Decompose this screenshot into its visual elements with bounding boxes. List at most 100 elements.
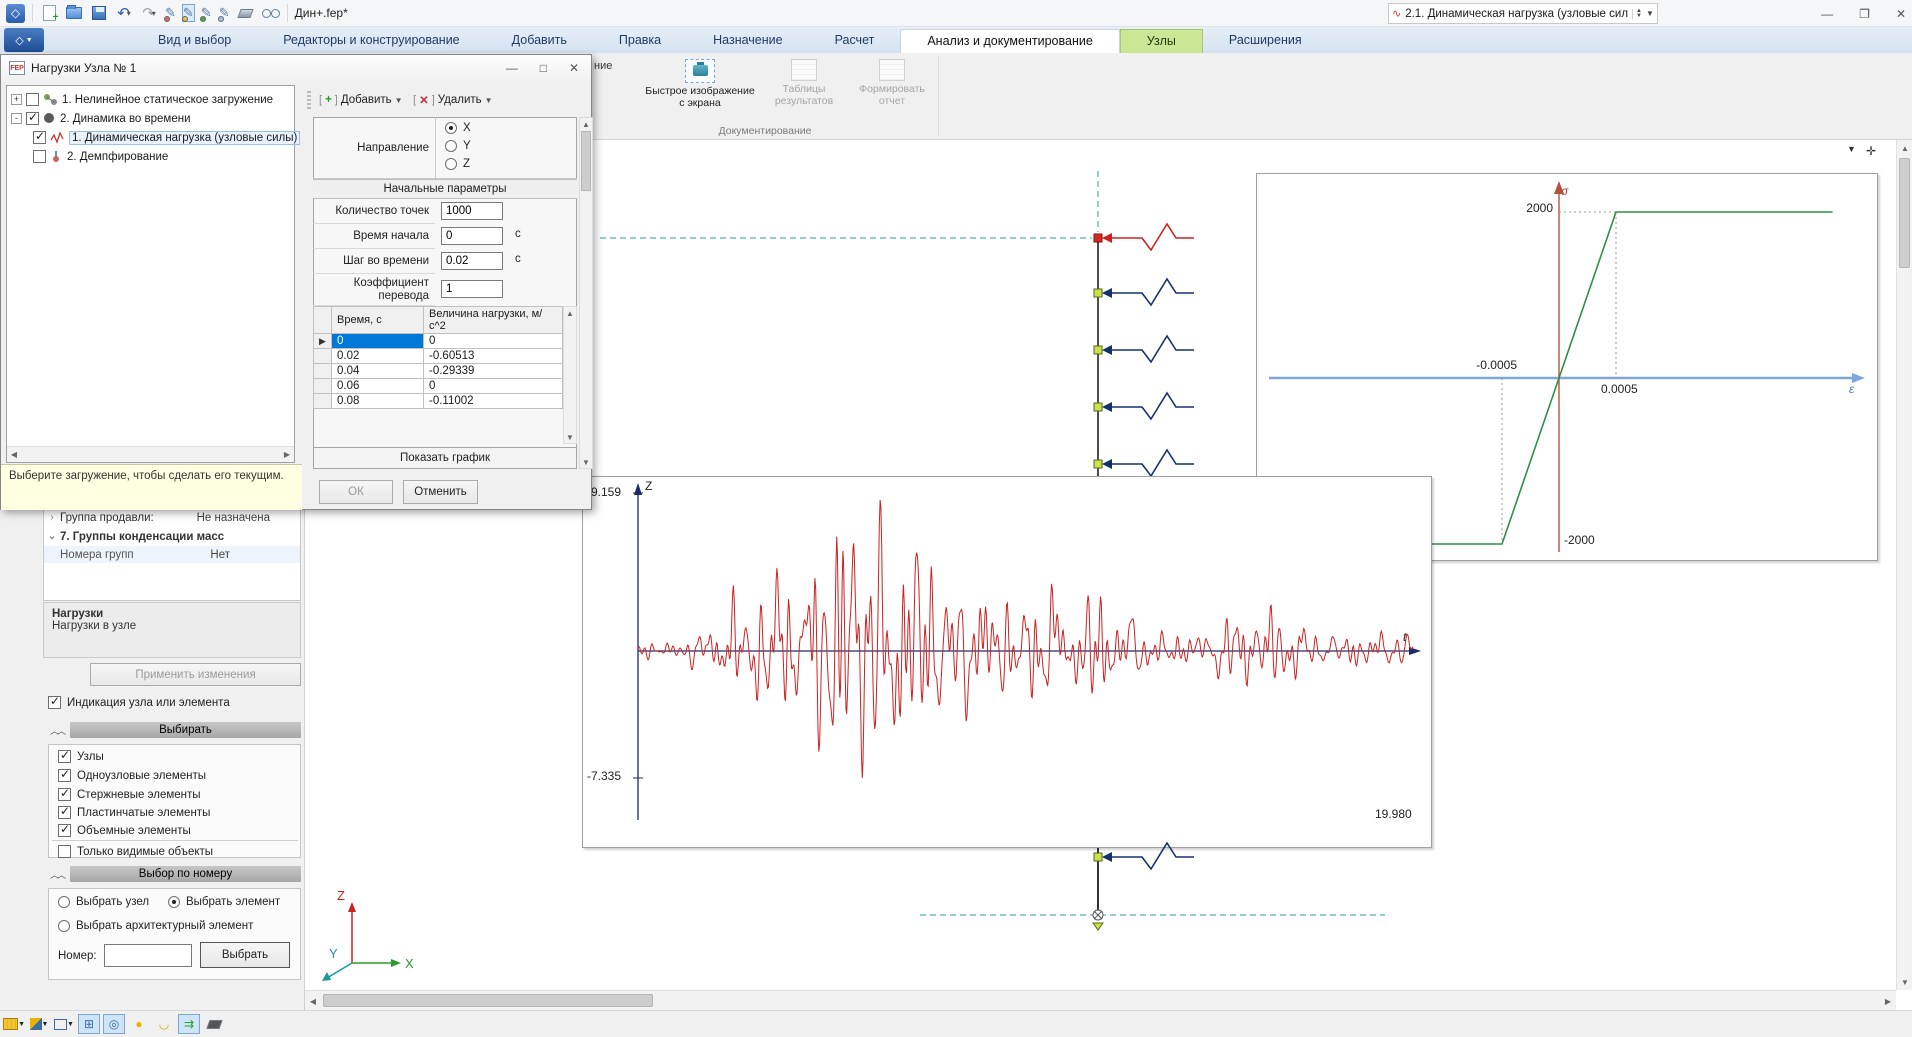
pen-red-icon[interactable]: ✎ <box>165 5 176 21</box>
table-row[interactable]: 0.060 <box>314 379 563 394</box>
collapse-chevron-icon[interactable]: ︿︿ <box>50 724 64 737</box>
table-row[interactable]: 0.08-0.11002 <box>314 394 563 409</box>
tab-redaktory[interactable]: Редакторы и конструирование <box>257 29 485 53</box>
scroll-down-icon[interactable]: ▼ <box>563 431 577 443</box>
scroll-left-icon[interactable]: ◀ <box>7 447 21 461</box>
application-menu-button[interactable]: ◇▼ <box>4 28 44 52</box>
tree-checkbox[interactable] <box>33 131 46 144</box>
tab-dobavit[interactable]: Добавить <box>486 29 593 53</box>
undo-icon[interactable]: ↶▾ <box>115 4 133 22</box>
indication-checkbox-row[interactable]: Индикация узла или элемента <box>48 696 230 709</box>
tab-uzly-contextual[interactable]: Узлы <box>1120 29 1203 53</box>
tree-item-label-selected[interactable]: 1. Динамическая нагрузка (узловые силы) <box>69 131 300 145</box>
display-colors-icon[interactable]: ▼ <box>28 1014 50 1034</box>
radio[interactable] <box>168 896 180 908</box>
dropdown-caret-icon[interactable]: ▼ <box>1646 9 1654 18</box>
table-scrollbar[interactable]: ▲ ▼ <box>563 306 577 444</box>
property-row-group-numbers[interactable]: Номера групп Нет <box>44 546 300 563</box>
collapse-chevron-icon[interactable]: ︿︿ <box>50 868 64 881</box>
cancel-button[interactable]: Отменить <box>403 480 478 504</box>
tab-pravka[interactable]: Правка <box>593 29 687 53</box>
view-filter-icon[interactable]: ▼ <box>1847 144 1856 158</box>
app-logo-icon[interactable]: ◇ <box>6 4 25 23</box>
tab-vid-i-vybor[interactable]: Вид и выбор <box>132 29 257 53</box>
tab-naznachenie[interactable]: Назначение <box>687 29 808 53</box>
scroll-up-icon[interactable]: ▲ <box>579 118 593 130</box>
result-tables-button[interactable]: Таблицы результатов <box>762 57 846 125</box>
checkbox[interactable] <box>58 824 71 837</box>
units-ruler-icon[interactable]: ▼ <box>3 1014 25 1034</box>
conversion-factor-input[interactable] <box>441 280 503 298</box>
only-visible-checkbox-row[interactable]: Только видимые объекты <box>58 845 213 858</box>
toolbar-grip[interactable] <box>307 91 311 109</box>
scroll-up-icon[interactable]: ▲ <box>563 307 577 319</box>
eraser-mode-icon[interactable] <box>203 1014 225 1034</box>
scroll-right-icon[interactable]: ▶ <box>1880 993 1896 1009</box>
pen-yellow-icon[interactable]: ✎ <box>183 5 194 21</box>
grid-snap-toggle[interactable]: ⊞ <box>78 1014 100 1034</box>
property-row-punch-group[interactable]: › Группа продавли: Не назначена <box>44 509 300 526</box>
tree-item-label[interactable]: 1. Нелинейное статическое загружение <box>62 94 273 106</box>
points-count-input[interactable] <box>441 202 503 220</box>
quick-image-button[interactable]: Быстрое изображение с экрана <box>645 57 755 125</box>
tree-checkbox[interactable] <box>26 112 39 125</box>
select-by-number-button[interactable]: Выбрать <box>200 942 290 968</box>
dialog-close-button[interactable]: ✕ <box>569 61 579 75</box>
tab-analiz-active[interactable]: Анализ и документирование <box>900 29 1119 53</box>
add-load-button[interactable]: [+] Добавить▼ <box>319 89 403 111</box>
checkbox[interactable] <box>58 769 71 782</box>
window-close-button[interactable]: ✕ <box>1896 7 1906 21</box>
table-row[interactable]: 0.04-0.29339 <box>314 364 563 379</box>
filter-single-node-elements[interactable]: Одноузловые элементы <box>58 769 206 782</box>
dialog-title-bar[interactable]: FEP Нагрузки Узла № 1 — □ ✕ <box>1 55 591 81</box>
filter-solid-elements[interactable]: Объемные элементы <box>58 824 191 837</box>
save-icon[interactable] <box>90 4 108 22</box>
new-file-icon[interactable]: + <box>40 4 58 22</box>
point-snap-toggle[interactable]: ● <box>128 1014 150 1034</box>
pen-blue-icon[interactable]: ✎ <box>219 5 230 21</box>
radio-select-element[interactable]: Выбрать элемент <box>168 896 280 908</box>
tab-raschet[interactable]: Расчет <box>809 29 901 53</box>
vertical-scrollbar[interactable]: ▲ ▼ <box>1896 140 1912 990</box>
load-values-table[interactable]: Время, с Величина нагрузки, м/с^2 ▶00 0.… <box>313 306 563 409</box>
radio[interactable] <box>58 896 70 908</box>
checkbox[interactable] <box>58 845 71 858</box>
tree-collapse-icon[interactable]: - <box>11 113 22 124</box>
radio-select-arch-element[interactable]: Выбрать архитектурный элемент <box>58 920 253 932</box>
filter-bar-elements[interactable]: Стержневые элементы <box>58 788 201 801</box>
filter-nodes[interactable]: Узлы <box>58 750 104 763</box>
scroll-down-icon[interactable]: ▼ <box>579 456 593 468</box>
dialog-maximize-button[interactable]: □ <box>540 61 547 75</box>
delete-load-button[interactable]: [✕] Удалить▼ <box>413 89 493 111</box>
table-row[interactable]: 0.02-0.60513 <box>314 349 563 364</box>
direction-y-radio[interactable]: Y <box>445 140 471 152</box>
tree-expand-icon[interactable]: + <box>11 94 22 105</box>
select-by-number-header[interactable]: Выбор по номеру <box>70 866 301 882</box>
checkbox[interactable] <box>58 788 71 801</box>
horizontal-scrollbar[interactable]: ◀ ▶ <box>305 990 1896 1010</box>
pen-green-icon[interactable]: ✎ <box>201 5 212 21</box>
dialog-minimize-button[interactable]: — <box>506 61 518 75</box>
select-section-header[interactable]: Выбирать <box>70 722 301 738</box>
checkbox[interactable] <box>58 806 71 819</box>
window-minimize-button[interactable]: — <box>1821 7 1833 21</box>
direction-x-radio[interactable]: X <box>445 122 471 134</box>
direction-z-radio[interactable]: Z <box>445 158 470 170</box>
eraser-icon[interactable] <box>237 4 255 22</box>
arc-snap-toggle[interactable]: ◡ <box>153 1014 175 1034</box>
time-step-input[interactable] <box>441 252 503 270</box>
show-graph-button[interactable]: Показать график <box>313 447 577 469</box>
tree-horizontal-scrollbar[interactable]: ◀ ▶ <box>7 446 294 462</box>
current-load-selector[interactable]: ∿ 2.1. Динамическая нагрузка (узловые си… <box>1388 3 1658 24</box>
parameters-scrollbar[interactable]: ▲ ▼ <box>579 117 593 469</box>
chevron-down-icon[interactable]: ⌄ <box>44 531 60 542</box>
apply-changes-button[interactable]: Применить изменения <box>90 663 301 686</box>
preview-glasses-icon[interactable] <box>262 4 280 22</box>
tree-item-label[interactable]: 2. Динамика во времени <box>60 113 191 125</box>
tree-item-label[interactable]: 2. Демпфирование <box>67 151 168 163</box>
table-row[interactable]: ▶00 <box>314 334 563 349</box>
scroll-up-icon[interactable]: ▲ <box>1897 140 1912 156</box>
tree-checkbox[interactable] <box>26 93 39 106</box>
load-cases-tree[interactable]: + 1. Нелинейное статическое загружение -… <box>6 85 295 463</box>
redo-icon[interactable]: ↷▾ <box>140 4 158 22</box>
